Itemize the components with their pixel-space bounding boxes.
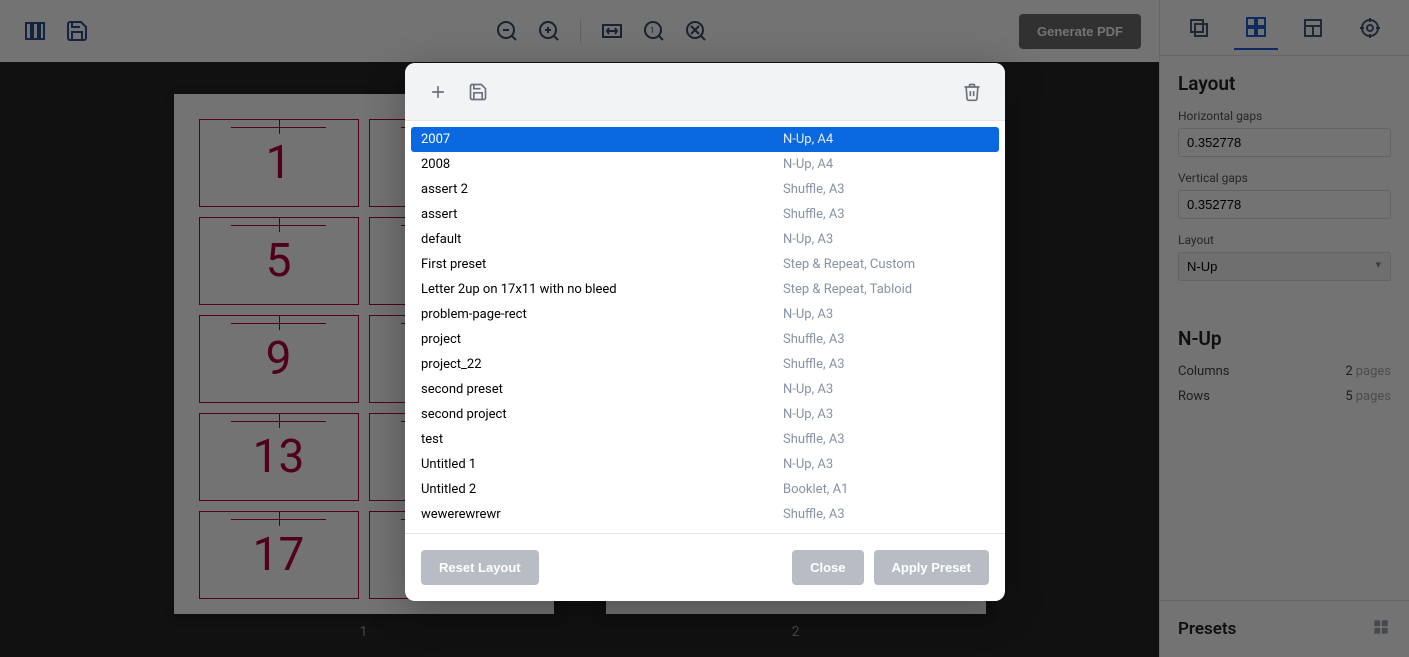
preset-name: second preset [421, 382, 783, 397]
preset-meta: Step & Repeat, Custom [783, 257, 989, 272]
preset-name: Untitled 1 [421, 457, 783, 472]
preset-meta: N-Up, A3 [783, 307, 989, 322]
delete-icon[interactable] [957, 77, 987, 107]
close-button[interactable]: Close [792, 550, 863, 585]
preset-meta: N-Up, A4 [783, 157, 989, 172]
preset-name: Untitled 2 [421, 482, 783, 497]
preset-item[interactable]: project_22Shuffle, A3 [411, 352, 999, 377]
preset-meta: Booklet, A1 [783, 482, 989, 497]
preset-meta: N-Up, A3 [783, 457, 989, 472]
modal-toolbar [405, 63, 1005, 121]
modal-footer: Reset Layout Close Apply Preset [405, 533, 1005, 601]
preset-name: wewerewrewr [421, 507, 783, 522]
preset-list: 2007N-Up, A42008N-Up, A4assert 2Shuffle,… [405, 121, 1005, 533]
preset-item[interactable]: Untitled 1N-Up, A3 [411, 452, 999, 477]
preset-item[interactable]: problem-page-rectN-Up, A3 [411, 302, 999, 327]
preset-name: assert [421, 207, 783, 222]
preset-name: test [421, 432, 783, 447]
preset-name: project_22 [421, 357, 783, 372]
preset-item[interactable]: 2008N-Up, A4 [411, 152, 999, 177]
preset-meta: N-Up, A4 [783, 132, 989, 147]
preset-name: default [421, 232, 783, 247]
preset-item[interactable]: First presetStep & Repeat, Custom [411, 252, 999, 277]
preset-item[interactable]: testShuffle, A3 [411, 427, 999, 452]
preset-item[interactable]: wewerewrewrShuffle, A3 [411, 502, 999, 527]
preset-meta: Shuffle, A3 [783, 357, 989, 372]
preset-name: 2008 [421, 157, 783, 172]
preset-item[interactable]: assert 2Shuffle, A3 [411, 177, 999, 202]
preset-name: Letter 2up on 17x11 with no bleed [421, 282, 783, 297]
preset-name: 2007 [421, 132, 783, 147]
preset-meta: Shuffle, A3 [783, 332, 989, 347]
preset-name: assert 2 [421, 182, 783, 197]
preset-meta: Shuffle, A3 [783, 182, 989, 197]
preset-name: problem-page-rect [421, 307, 783, 322]
reset-layout-button[interactable]: Reset Layout [421, 550, 539, 585]
preset-name: First preset [421, 257, 783, 272]
preset-meta: N-Up, A3 [783, 382, 989, 397]
add-icon[interactable] [423, 77, 453, 107]
preset-meta: Step & Repeat, Tabloid [783, 282, 989, 297]
preset-name: project [421, 332, 783, 347]
preset-item[interactable]: projectShuffle, A3 [411, 327, 999, 352]
preset-item[interactable]: Untitled 2Booklet, A1 [411, 477, 999, 502]
preset-item[interactable]: second projectN-Up, A3 [411, 402, 999, 427]
preset-item[interactable]: defaultN-Up, A3 [411, 227, 999, 252]
preset-meta: Shuffle, A3 [783, 507, 989, 522]
apply-preset-button[interactable]: Apply Preset [874, 550, 989, 585]
preset-meta: N-Up, A3 [783, 232, 989, 247]
save-preset-icon[interactable] [463, 77, 493, 107]
preset-name: second project [421, 407, 783, 422]
preset-meta: Shuffle, A3 [783, 207, 989, 222]
presets-modal: 2007N-Up, A42008N-Up, A4assert 2Shuffle,… [405, 63, 1005, 601]
preset-meta: N-Up, A3 [783, 407, 989, 422]
preset-meta: Shuffle, A3 [783, 432, 989, 447]
preset-item[interactable]: Letter 2up on 17x11 with no bleedStep & … [411, 277, 999, 302]
preset-item[interactable]: second presetN-Up, A3 [411, 377, 999, 402]
preset-item[interactable]: assertShuffle, A3 [411, 202, 999, 227]
preset-item[interactable]: 2007N-Up, A4 [411, 127, 999, 152]
